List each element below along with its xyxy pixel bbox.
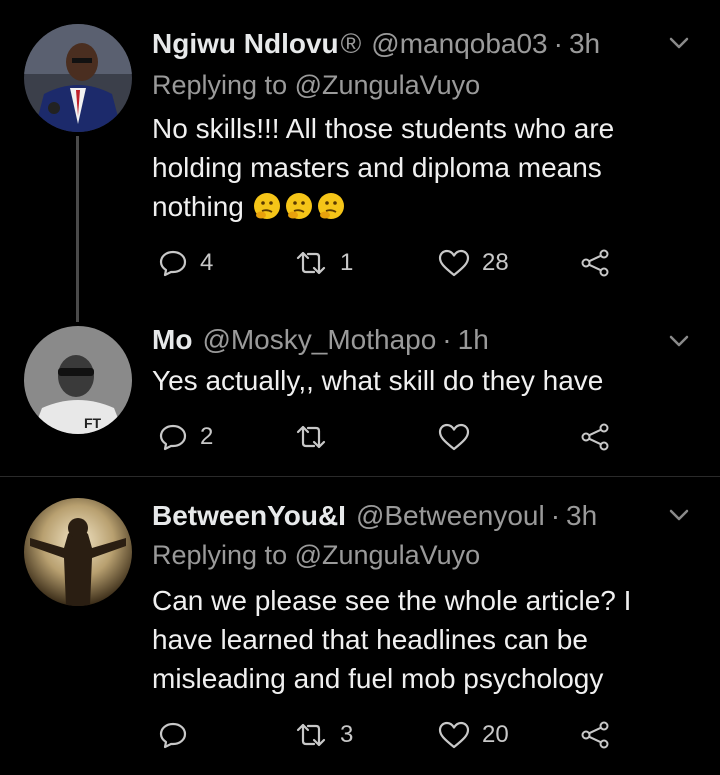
share-button[interactable] (580, 715, 610, 755)
tweet-text: Can we please see the whole article? I h… (152, 585, 632, 694)
like-count: 28 (482, 249, 509, 276)
author-handle[interactable]: @Mosky_Mothapo (202, 324, 436, 356)
timestamp[interactable]: 1h (458, 324, 489, 356)
avatar[interactable] (24, 24, 132, 132)
like-count: 20 (482, 721, 509, 748)
separator-dot: · (442, 324, 452, 355)
retweet-icon (296, 251, 326, 275)
reply-button[interactable]: 2 (158, 417, 213, 457)
like-icon (438, 721, 470, 749)
replying-to-mention[interactable]: @ZungulaVuyo (295, 70, 481, 100)
retweet-count: 3 (340, 721, 354, 748)
reply-count: 2 (200, 423, 214, 450)
share-icon (581, 423, 609, 451)
reply-button[interactable] (158, 715, 200, 755)
registered-mark: ® (340, 28, 362, 59)
reply-icon (159, 722, 187, 749)
author-name[interactable]: Ngiwu Ndlovu (152, 28, 339, 60)
like-button[interactable] (438, 417, 482, 457)
replying-to-label: Replying to (152, 70, 288, 100)
emoji-group (252, 191, 348, 222)
separator-dot: · (553, 28, 563, 59)
chevron-down-icon[interactable] (666, 502, 692, 528)
replying-to: Replying to @ZungulaVuyo (152, 70, 480, 101)
like-icon (438, 423, 470, 451)
retweet-icon (296, 425, 326, 449)
timestamp[interactable]: 3h (566, 500, 597, 532)
separator-dot: · (550, 500, 561, 531)
thinking-face-emoji-icon (253, 193, 280, 219)
tweet-actions: 2 (152, 417, 632, 457)
tweet-text: Yes actually,, what skill do they have (152, 365, 604, 396)
reply-icon (159, 424, 187, 451)
chevron-down-icon[interactable] (666, 30, 692, 56)
retweet-icon (296, 723, 326, 747)
tweet-actions: 3 20 (152, 715, 632, 755)
share-button[interactable] (580, 243, 610, 283)
retweet-button[interactable] (294, 417, 340, 457)
replying-to-label: Replying to (152, 540, 288, 570)
author-name[interactable]: BetweenYou&I (152, 500, 346, 532)
share-icon (581, 249, 609, 277)
tweet-header: Ngiwu Ndlovu ® @manqoba03 · 3h (152, 24, 600, 64)
author-name[interactable]: Mo (152, 324, 192, 356)
reply-button[interactable]: 4 (158, 243, 213, 283)
retweet-button[interactable]: 3 (294, 715, 353, 755)
thinking-face-emoji-icon (285, 193, 312, 219)
thread-line (76, 136, 79, 322)
reply-count: 4 (200, 249, 214, 276)
tweet-divider (0, 476, 720, 477)
author-handle[interactable]: @manqoba03 (371, 28, 547, 60)
replying-to-mention[interactable]: @ZungulaVuyo (295, 540, 481, 570)
avatar[interactable] (24, 498, 132, 606)
share-button[interactable] (580, 417, 610, 457)
retweet-count: 1 (340, 249, 354, 276)
avatar[interactable]: FT (24, 326, 132, 434)
like-button[interactable]: 28 (438, 243, 509, 283)
author-handle[interactable]: @Betweenyoul (356, 500, 545, 532)
tweet-actions: 4 1 28 (152, 243, 632, 283)
chevron-down-icon[interactable] (666, 328, 692, 354)
tweet-header: Mo @Mosky_Mothapo · 1h (152, 320, 489, 360)
thinking-face-emoji-icon (317, 193, 344, 219)
share-icon (581, 721, 609, 749)
tweet-header: BetweenYou&I @Betweenyoul · 3h (152, 496, 597, 536)
like-button[interactable]: 20 (438, 715, 509, 755)
reply-icon (159, 250, 187, 277)
replying-to: Replying to @ZungulaVuyo (152, 540, 480, 571)
retweet-button[interactable]: 1 (294, 243, 353, 283)
svg-text:FT: FT (84, 415, 102, 431)
timestamp[interactable]: 3h (569, 28, 600, 60)
tweet-text: No skills!!! All those students who are … (152, 109, 692, 226)
like-icon (438, 249, 470, 277)
tweet-text-content: No skills!!! All those students who are … (152, 113, 615, 222)
